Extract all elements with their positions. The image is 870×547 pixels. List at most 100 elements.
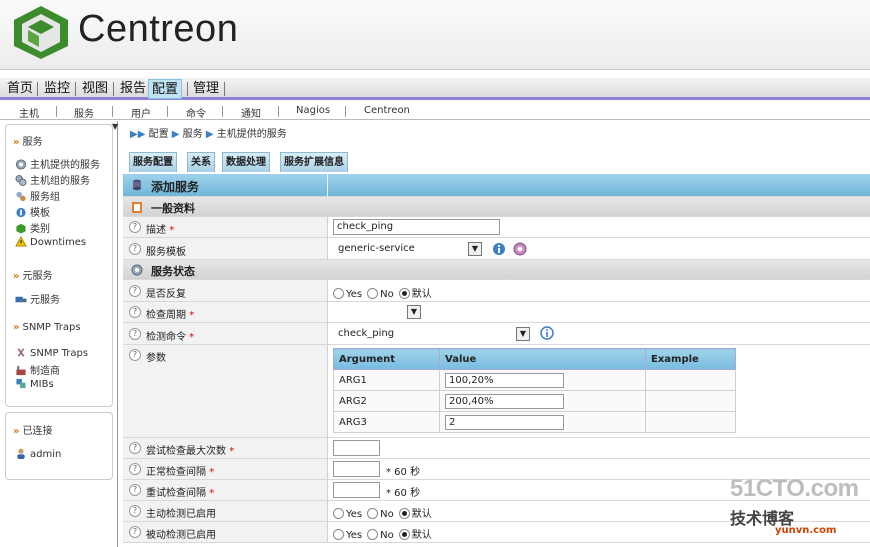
- nav-separator: [187, 82, 188, 96]
- passive-checks-radio-group: Yes No 默认: [333, 526, 437, 541]
- info-icon[interactable]: [492, 242, 506, 259]
- nav-monitoring[interactable]: 监控: [41, 79, 73, 99]
- help-icon[interactable]: ?: [129, 505, 141, 517]
- nav-separator: [37, 82, 38, 96]
- section-state: 服务状态: [123, 260, 870, 280]
- sidebar-item-manufacturers[interactable]: 制造商: [15, 362, 60, 377]
- breadcrumb-item[interactable]: 主机提供的服务: [217, 129, 287, 140]
- arguments-label: 参数: [146, 353, 166, 364]
- breadcrumb-item[interactable]: 配置: [149, 129, 169, 140]
- sidebar-item-service-groups[interactable]: 服务组: [15, 188, 60, 203]
- retry-interval-unit: * 60 秒: [386, 488, 421, 499]
- nav-separator: [113, 82, 114, 96]
- sidebar-item-mibs[interactable]: MIBs: [15, 378, 54, 390]
- command-dropdown-button[interactable]: ▼: [516, 327, 530, 341]
- tab-relations[interactable]: 关系: [187, 152, 215, 172]
- arg-name: ARG1: [333, 369, 440, 391]
- sidebar-item-meta-services[interactable]: 元服务: [15, 291, 60, 306]
- subnav-services[interactable]: 服务: [74, 105, 94, 120]
- command-info-icon[interactable]: [540, 326, 554, 343]
- subnav-hosts[interactable]: 主机: [19, 105, 39, 120]
- nav-configuration[interactable]: 配置: [148, 79, 183, 99]
- help-icon[interactable]: ?: [129, 442, 141, 454]
- subnav-commands[interactable]: 命令: [186, 105, 206, 120]
- arg-value-input[interactable]: 2: [445, 414, 564, 430]
- radio-yes[interactable]: Yes: [333, 288, 362, 300]
- database-icon: [131, 179, 143, 191]
- command-select-value[interactable]: check_ping: [338, 326, 394, 342]
- nav-reporting[interactable]: 报告: [117, 79, 149, 99]
- radio-no[interactable]: No: [367, 288, 394, 300]
- normal-interval-input[interactable]: [333, 461, 380, 477]
- radio-yes[interactable]: Yes: [333, 508, 362, 520]
- factory-icon: [15, 365, 27, 376]
- sidebar-item-snmp-traps[interactable]: SNMP Traps: [15, 347, 88, 359]
- radio-no[interactable]: No: [367, 508, 394, 520]
- nav-views[interactable]: 视图: [79, 79, 111, 99]
- tab-service-config[interactable]: 服务配置: [129, 152, 177, 172]
- gear-settings-icon[interactable]: [513, 242, 527, 259]
- sidebar-header-services: » 服务: [13, 137, 43, 148]
- subnav-notifications[interactable]: 通知: [241, 105, 261, 120]
- help-icon[interactable]: ?: [129, 328, 141, 340]
- section-general: 一般资料: [123, 197, 870, 217]
- arg-example: [645, 369, 736, 391]
- gears-icon: [15, 175, 27, 186]
- arguments-table: Argument Value Example ARG1 100,20% ARG2…: [333, 348, 736, 433]
- help-icon[interactable]: ?: [129, 526, 141, 538]
- collapse-sidebar-icon[interactable]: ▼: [112, 122, 118, 131]
- sidebar-item-user[interactable]: admin: [15, 448, 61, 460]
- sidebar-item-hostgroup-services[interactable]: 主机组的服务: [15, 172, 90, 187]
- help-icon[interactable]: ?: [129, 243, 141, 255]
- max-attempts-label: 尝试检查最大次数 *: [146, 446, 235, 457]
- normal-interval-unit: * 60 秒: [386, 467, 421, 478]
- help-icon[interactable]: ?: [129, 306, 141, 318]
- sidebar-item-host-services[interactable]: 主机提供的服务: [15, 156, 100, 171]
- help-icon[interactable]: ?: [129, 463, 141, 475]
- tab-extended-info[interactable]: 服务扩展信息: [280, 152, 348, 172]
- retry-interval-input[interactable]: [333, 482, 380, 498]
- retry-interval-label: 重试检查间隔 *: [146, 488, 215, 499]
- field-row-command: ? 检测命令 * check_ping ▼: [123, 323, 870, 345]
- arg-value-input[interactable]: 200,40%: [445, 393, 564, 409]
- active-checks-label: 主动检测已启用: [146, 509, 216, 520]
- help-icon[interactable]: ?: [129, 484, 141, 496]
- sub-nav: 主机 服务 用户 命令 通知 Nagios Centreon: [0, 104, 870, 120]
- subnav-centreon[interactable]: Centreon: [364, 105, 410, 116]
- subnav-users[interactable]: 用户: [131, 105, 151, 120]
- period-dropdown-button[interactable]: ▼: [407, 305, 421, 319]
- breadcrumb-item[interactable]: 服务: [183, 129, 203, 140]
- column-header: Argument: [333, 348, 440, 370]
- radio-default[interactable]: 默认: [398, 529, 432, 541]
- radio-default[interactable]: 默认: [398, 508, 432, 520]
- sidebar-separator: [117, 121, 118, 547]
- sidebar-connected-box: » 已连接 admin: [5, 412, 113, 480]
- radio-yes[interactable]: Yes: [333, 529, 362, 541]
- subnav-separator: [278, 106, 279, 117]
- sidebar-item-downtimes[interactable]: Downtimes: [15, 235, 86, 248]
- passive-checks-label: 被动检测已启用: [146, 530, 216, 541]
- template-select-value[interactable]: generic-service: [338, 241, 415, 257]
- description-input[interactable]: check_ping: [333, 219, 500, 235]
- radio-default[interactable]: 默认: [398, 288, 432, 300]
- nav-administration[interactable]: 管理: [190, 79, 222, 99]
- tab-data-processing[interactable]: 数据处理: [222, 152, 270, 172]
- nav-home[interactable]: 首页: [4, 79, 36, 99]
- field-row-period: ? 检查周期 * ▼: [123, 302, 870, 323]
- main-nav: 首页 监控 视图 报告 配置 管理: [0, 78, 870, 100]
- column-header: Example: [645, 348, 736, 370]
- table-row: ARG1 100,20%: [333, 369, 736, 391]
- gear-icon: [15, 159, 27, 170]
- help-icon[interactable]: ?: [129, 349, 141, 361]
- sidebar-item-templates[interactable]: 模板: [15, 204, 50, 219]
- max-attempts-input[interactable]: [333, 440, 380, 456]
- breadcrumb-arrow-icon: ▶: [205, 129, 214, 140]
- template-dropdown-button[interactable]: ▼: [468, 242, 482, 256]
- nav-separator: [224, 82, 225, 96]
- help-icon[interactable]: ?: [129, 285, 141, 297]
- sidebar-item-categories[interactable]: 类别: [15, 220, 50, 235]
- subnav-nagios[interactable]: Nagios: [296, 105, 330, 116]
- radio-no[interactable]: No: [367, 529, 394, 541]
- arg-value-input[interactable]: 100,20%: [445, 372, 564, 388]
- help-icon[interactable]: ?: [129, 221, 141, 233]
